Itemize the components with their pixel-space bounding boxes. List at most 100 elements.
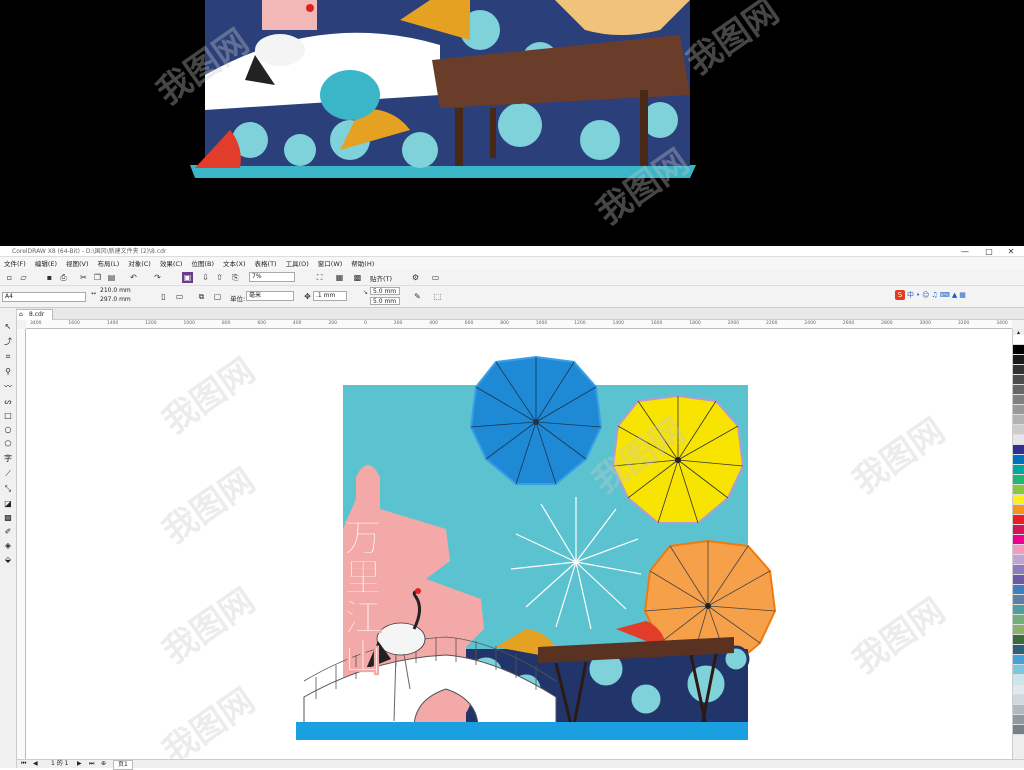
swatch[interactable] — [1013, 335, 1024, 345]
horizontal-ruler[interactable]: 3400 1600 1400 1200 1000 800 600 400 200 0 200 400 6… — [26, 320, 1012, 329]
duplicate-distance-x-field[interactable]: 5.0 mm — [370, 287, 400, 295]
cut-icon[interactable]: ✂ — [78, 272, 89, 283]
swatch[interactable] — [1013, 705, 1024, 715]
swatch[interactable] — [1013, 475, 1024, 485]
swatch[interactable] — [1013, 485, 1024, 495]
menu-help[interactable]: 帮助(H) — [351, 258, 374, 268]
text-tool-icon[interactable]: 字 — [4, 453, 12, 464]
page-height-field[interactable]: 297.0 mm — [98, 296, 136, 304]
menu-layout[interactable]: 布局(L) — [98, 258, 120, 268]
swatch[interactable] — [1013, 345, 1024, 355]
swatch[interactable] — [1013, 685, 1024, 695]
open-icon[interactable]: ▱ — [18, 272, 29, 283]
transparency-icon[interactable]: ▩ — [4, 513, 12, 522]
menu-table[interactable]: 表格(T) — [255, 258, 277, 268]
eyedropper-icon[interactable]: ✐ — [5, 527, 12, 536]
page-border-icon[interactable]: ⬚ — [432, 291, 443, 302]
redo-icon[interactable]: ↷ — [152, 272, 163, 283]
swatch[interactable] — [1013, 555, 1024, 565]
menu-effects[interactable]: 效果(C) — [160, 258, 183, 268]
menu-edit[interactable]: 编辑(E) — [35, 258, 57, 268]
close-button[interactable]: ✕ — [1000, 246, 1022, 257]
import-icon[interactable]: ⇩ — [200, 272, 211, 283]
maximize-button[interactable]: □ — [978, 246, 1000, 257]
ime-menu-icon[interactable]: ▦ — [959, 291, 966, 299]
swatch[interactable] — [1013, 605, 1024, 615]
sogou-logo-icon[interactable]: S — [895, 290, 905, 300]
swatch[interactable] — [1013, 445, 1024, 455]
menu-text[interactable]: 文本(X) — [223, 258, 246, 268]
artistic-media-icon[interactable]: ᔕ — [4, 397, 11, 406]
swatch[interactable] — [1013, 715, 1024, 725]
smart-fill-icon[interactable]: ⬙ — [5, 555, 11, 564]
swatch[interactable] — [1013, 425, 1024, 435]
swatch[interactable] — [1013, 395, 1024, 405]
last-page-icon[interactable]: ⏭ — [89, 760, 94, 768]
swatch[interactable] — [1013, 575, 1024, 585]
menu-bitmaps[interactable]: 位图(B) — [191, 258, 214, 268]
page-size-select[interactable]: A4 — [2, 292, 86, 302]
swatch[interactable] — [1013, 725, 1024, 735]
add-page-icon[interactable]: ⊕ — [101, 760, 106, 768]
swatch[interactable] — [1013, 375, 1024, 385]
swatch[interactable] — [1013, 405, 1024, 415]
swatch[interactable] — [1013, 675, 1024, 685]
ime-skin-icon[interactable]: ▲ — [952, 291, 957, 299]
rectangle-tool-icon[interactable]: □ — [4, 411, 12, 420]
zoom-tool-icon[interactable]: ⚲ — [5, 367, 11, 376]
ime-emoji-icon[interactable]: ☺ — [922, 291, 929, 299]
swatch[interactable] — [1013, 535, 1024, 545]
swatch[interactable] — [1013, 455, 1024, 465]
swatch[interactable] — [1013, 515, 1024, 525]
swatch[interactable] — [1013, 615, 1024, 625]
save-icon[interactable]: ▪ — [44, 272, 55, 283]
undo-icon[interactable]: ↶ — [128, 272, 139, 283]
connector-tool-icon[interactable]: ⤡ — [5, 484, 11, 494]
swatch[interactable] — [1013, 665, 1024, 675]
previous-page-icon[interactable]: ◀ — [33, 760, 38, 768]
swatch[interactable] — [1013, 595, 1024, 605]
application-launcher-icon[interactable]: ▭ — [430, 272, 441, 283]
polygon-tool-icon[interactable]: ⬠ — [5, 439, 12, 448]
document-tab[interactable]: ⌂ 8.cdr — [16, 309, 54, 320]
drop-shadow-icon[interactable]: ◪ — [4, 499, 12, 508]
nudge-distance-field[interactable]: .1 mm — [313, 291, 347, 301]
menu-object[interactable]: 对象(C) — [128, 258, 151, 268]
page-tab[interactable]: 页1 — [113, 760, 133, 770]
next-page-icon[interactable]: ▶ — [77, 760, 82, 768]
menu-file[interactable]: 文件(F) — [4, 258, 26, 268]
swatch[interactable] — [1013, 525, 1024, 535]
ellipse-tool-icon[interactable]: ○ — [5, 425, 12, 434]
show-rulers-icon[interactable]: ▦ — [334, 272, 345, 283]
copy-icon[interactable]: ❐ — [92, 272, 103, 283]
swatch[interactable] — [1013, 495, 1024, 505]
snap-to-dropdown[interactable]: 贴齐(T) — [370, 273, 392, 283]
landscape-icon[interactable]: ▭ — [174, 291, 185, 302]
vertical-ruler[interactable] — [17, 329, 26, 759]
page-width-field[interactable]: 210.0 mm — [98, 287, 136, 295]
swatch[interactable] — [1013, 625, 1024, 635]
freehand-tool-icon[interactable]: 〰 — [4, 381, 12, 392]
swatch[interactable] — [1013, 565, 1024, 575]
menu-view[interactable]: 视图(V) — [66, 258, 89, 268]
new-document-icon[interactable]: ▫ — [4, 272, 15, 283]
paste-icon[interactable]: ▤ — [106, 272, 117, 283]
edit-icon[interactable]: ✎ — [412, 291, 423, 302]
menu-window[interactable]: 窗口(W) — [318, 258, 343, 268]
swatch[interactable] — [1013, 505, 1024, 515]
first-page-icon[interactable]: ⏮ — [21, 760, 26, 768]
print-icon[interactable]: ⎙ — [58, 272, 69, 283]
shape-tool-icon[interactable]: ⤴ — [4, 336, 12, 347]
portrait-icon[interactable]: ▯ — [158, 291, 169, 302]
swatch[interactable] — [1013, 545, 1024, 555]
swatch[interactable] — [1013, 365, 1024, 375]
swatch[interactable] — [1013, 695, 1024, 705]
ime-language-toggle[interactable]: 中 — [907, 290, 914, 300]
ime-voice-icon[interactable]: ♫ — [931, 291, 937, 299]
interactive-fill-icon[interactable]: ◈ — [5, 541, 11, 550]
swatch[interactable] — [1013, 645, 1024, 655]
swatch[interactable] — [1013, 585, 1024, 595]
swatch[interactable] — [1013, 415, 1024, 425]
swatch[interactable] — [1013, 435, 1024, 445]
crop-tool-icon[interactable]: ⌗ — [6, 352, 11, 362]
